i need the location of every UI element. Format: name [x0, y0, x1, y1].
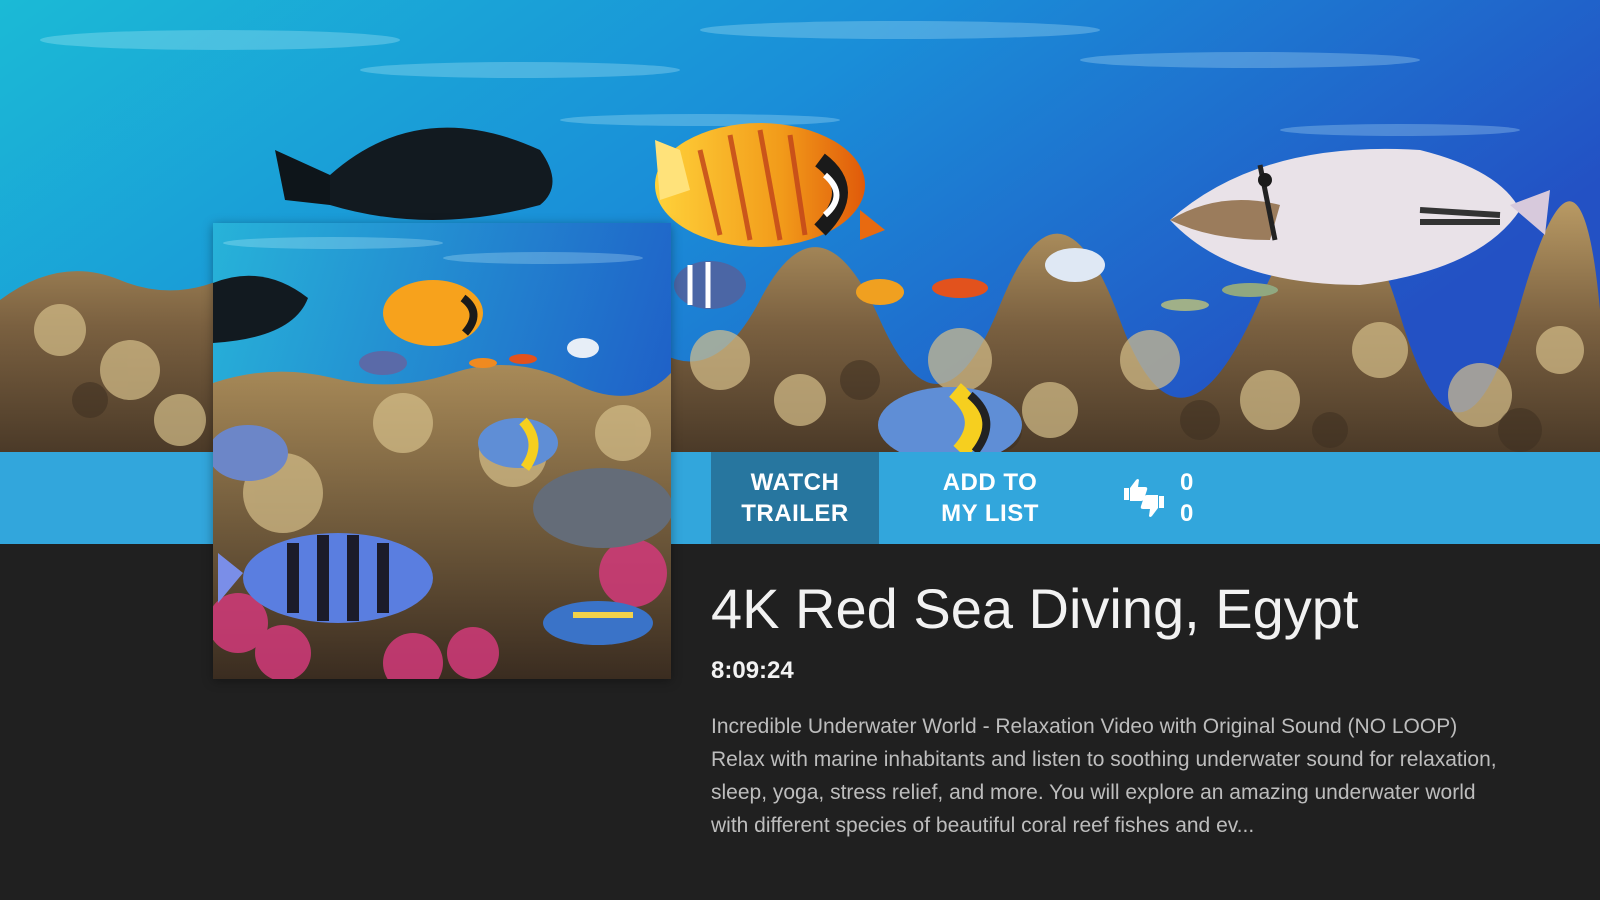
add-to-list-label-line1: ADD TO: [942, 469, 1038, 496]
watch-trailer-label-line1: WATCH: [750, 469, 840, 496]
add-to-my-list-button[interactable]: ADD TO MY LIST: [905, 452, 1075, 544]
poster-image: [213, 223, 671, 679]
video-title: 4K Red Sea Diving, Egypt: [711, 577, 1359, 640]
rating-counts: 0 0: [1180, 467, 1193, 529]
watch-trailer-label-line2: TRAILER: [741, 500, 849, 527]
description-line-2: Relax with marine inhabitants and listen…: [711, 748, 1497, 837]
coral-reef-fish-poster-image: [213, 223, 671, 679]
video-duration: 8:09:24: [711, 657, 794, 684]
likes-count: 0: [1180, 469, 1194, 496]
rating-button[interactable]: 0 0: [1120, 452, 1193, 544]
video-description: Incredible Underwater World - Relaxation…: [711, 710, 1511, 842]
thumbs-up-down-icon: [1124, 479, 1164, 517]
watch-trailer-button[interactable]: WATCH TRAILER: [711, 452, 879, 544]
description-line-1: Incredible Underwater World - Relaxation…: [711, 715, 1458, 738]
add-to-list-label-line2: MY LIST: [941, 500, 1039, 527]
movie-details-screen: WATCH TRAILER ADD TO MY LIST 0 0 4K Red …: [0, 0, 1600, 900]
dislikes-count: 0: [1180, 500, 1194, 527]
